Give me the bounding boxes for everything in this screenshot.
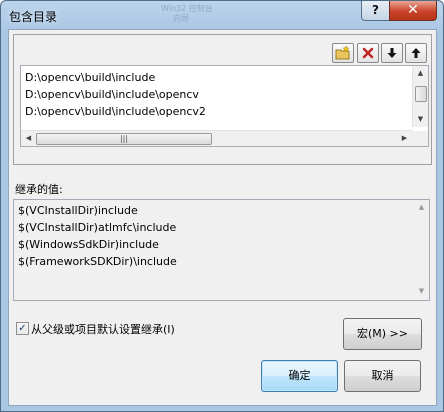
vertical-scrollbar[interactable]: ▲ ▼: [412, 66, 428, 127]
include-dirs-panel: D:\opencv\build\include D:\opencv\build\…: [13, 34, 432, 165]
inherited-values-label: 继承的值:: [15, 183, 63, 196]
list-item: $(VCInstallDir)include: [18, 204, 138, 217]
cancel-button[interactable]: 取消: [344, 360, 421, 392]
list-item[interactable]: D:\opencv\build\include\opencv2: [25, 104, 206, 120]
scroll-up-arrow[interactable]: ▲: [415, 201, 428, 214]
list-item[interactable]: D:\opencv\build\include\opencv: [25, 87, 199, 103]
title-bar[interactable]: 包含目录 Win32 控制台 向导 ? ✕: [1, 1, 443, 29]
move-down-button[interactable]: [381, 43, 403, 63]
list-item: $(VCInstallDir)atlmfc\include: [18, 221, 177, 234]
scroll-down-arrow[interactable]: ▼: [415, 285, 428, 298]
inherit-checkbox[interactable]: ✓: [16, 322, 29, 335]
scroll-right-arrow[interactable]: ▶: [398, 132, 411, 145]
arrow-up-icon: [411, 48, 421, 58]
close-button[interactable]: ✕: [389, 1, 437, 21]
dialog-window: 包含目录 Win32 控制台 向导 ? ✕ D:\opencv\build\in…: [0, 0, 444, 412]
folder-new-icon: [335, 45, 350, 60]
horizontal-scroll-thumb[interactable]: |||: [36, 133, 212, 145]
include-dirs-list[interactable]: D:\opencv\build\include D:\opencv\build\…: [20, 65, 429, 147]
inherited-scrollbar[interactable]: ▲ ▼: [415, 200, 429, 300]
background-ghost-text: 向导: [173, 14, 189, 23]
scroll-left-arrow[interactable]: ◀: [22, 132, 35, 145]
horizontal-scrollbar[interactable]: ◀ ||| ▶: [21, 130, 413, 146]
macros-button[interactable]: 宏(M) >>: [343, 318, 422, 350]
delete-x-icon: [362, 47, 374, 59]
list-item: $(FrameworkSDKDir)\include: [18, 255, 177, 268]
scroll-corner: [413, 131, 428, 146]
scroll-up-arrow[interactable]: ▲: [414, 67, 427, 80]
list-item[interactable]: D:\opencv\build\include: [25, 70, 155, 86]
delete-line-button[interactable]: [357, 43, 379, 63]
new-line-button[interactable]: [332, 43, 354, 63]
help-button[interactable]: ?: [361, 1, 390, 21]
arrow-down-icon: [387, 48, 397, 58]
vertical-scroll-thumb[interactable]: [415, 86, 427, 102]
scroll-down-arrow[interactable]: ▼: [414, 113, 427, 126]
list-item: $(WindowsSdkDir)include: [18, 238, 159, 251]
ok-button[interactable]: 确定: [261, 360, 338, 392]
window-title: 包含目录: [9, 10, 58, 24]
inherit-checkbox-label[interactable]: 从父级或项目默认设置继承(I): [31, 321, 175, 337]
dialog-client-area: D:\opencv\build\include D:\opencv\build\…: [8, 29, 437, 406]
inherited-values-list: $(VCInstallDir)include $(VCInstallDir)at…: [13, 199, 430, 301]
move-up-button[interactable]: [405, 43, 427, 63]
